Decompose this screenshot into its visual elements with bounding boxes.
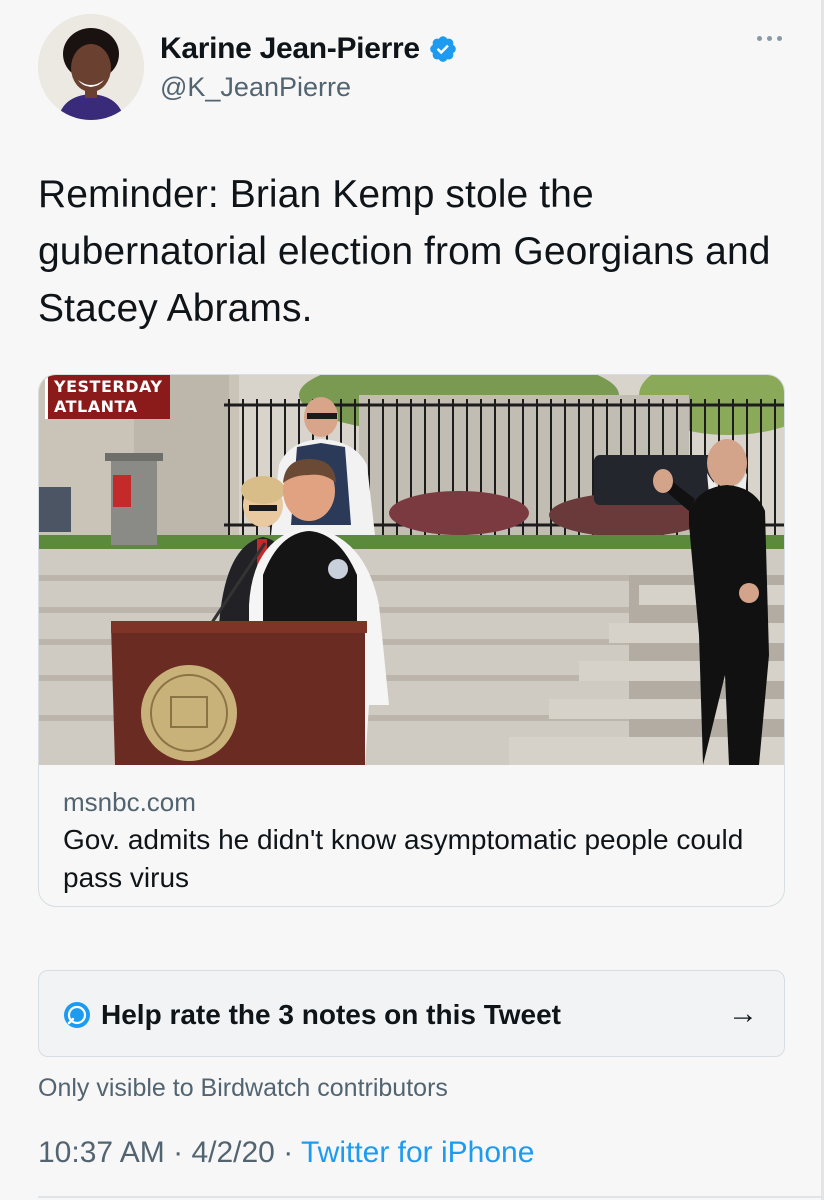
meta-separator: · <box>274 1136 301 1169</box>
tweet-text: Reminder: Brian Kemp stole the gubernato… <box>38 173 771 330</box>
meta-separator: · <box>164 1136 192 1169</box>
overlay-line-2: ATLANTA <box>54 397 138 416</box>
author-handle[interactable]: @K_JeanPierre <box>160 72 351 103</box>
card-image: YESTERDAY ATLANTA <box>39 375 784 765</box>
birdwatch-visibility-note: Only visible to Birdwatch contributors <box>38 1074 448 1102</box>
arrow-right-icon: → <box>728 997 758 1030</box>
avatar[interactable] <box>38 14 144 120</box>
card-title: Gov. admits he didn't know asymptomatic … <box>63 824 744 893</box>
verified-badge-icon <box>429 36 456 62</box>
tweet-meta: 10:37 AM · 4/2/20 · Twitter for iPhone <box>38 1136 534 1170</box>
birdwatch-rate-notes-button[interactable]: Help rate the 3 notes on this Tweet → <box>38 970 785 1057</box>
divider <box>38 1196 824 1198</box>
card-domain: msnbc.com <box>63 787 196 817</box>
news-overlay-badge: YESTERDAY ATLANTA <box>45 375 171 419</box>
overlay-line-1: YESTERDAY <box>54 377 163 396</box>
more-options-icon[interactable] <box>757 36 782 41</box>
author-display-name[interactable]: Karine Jean-Pierre <box>160 32 420 66</box>
author-name-row: Karine Jean-Pierre <box>160 32 458 66</box>
tweet-time[interactable]: 10:37 AM <box>38 1136 165 1169</box>
birdwatch-icon <box>64 1002 90 1028</box>
tweet-detail-page: Karine Jean-Pierre @K_JeanPierre Reminde… <box>0 0 824 1200</box>
tweet-date[interactable]: 4/2/20 <box>191 1136 274 1169</box>
link-preview-card[interactable]: YESTERDAY ATLANTA msnbc.com Gov. admits … <box>38 374 785 907</box>
birdwatch-prompt: Help rate the 3 notes on this Tweet <box>101 999 562 1030</box>
tweet-source-link[interactable]: Twitter for iPhone <box>301 1136 534 1169</box>
